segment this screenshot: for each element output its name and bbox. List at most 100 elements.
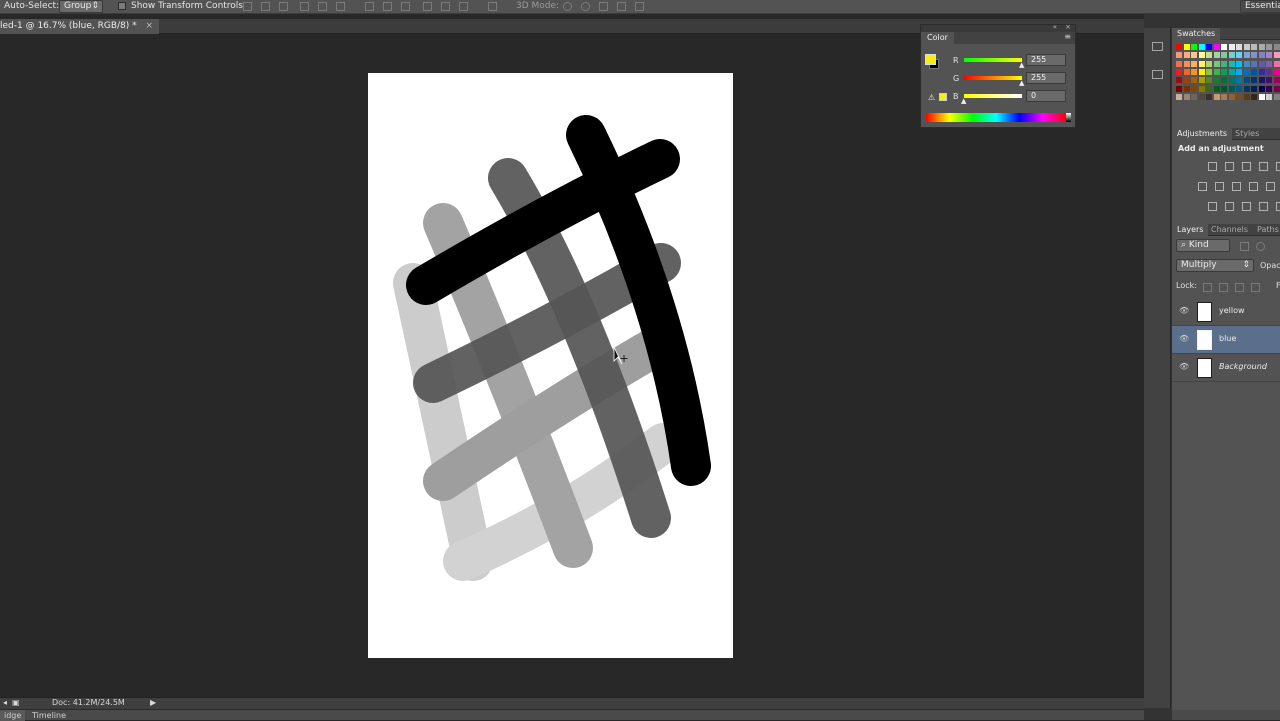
color-swatch[interactable] — [1266, 93, 1272, 100]
black-white-ramp[interactable] — [1066, 113, 1071, 122]
color-swatch[interactable] — [1236, 85, 1242, 92]
color-swatch[interactable] — [1206, 68, 1212, 75]
curves-icon[interactable] — [1242, 162, 1251, 171]
color-swatch[interactable] — [1243, 60, 1250, 67]
color-swatch[interactable] — [1183, 93, 1190, 100]
align-vcenter-icon[interactable] — [261, 2, 270, 11]
foreground-color-swatch[interactable] — [925, 54, 936, 65]
color-swatch[interactable] — [1176, 68, 1182, 75]
color-swatch[interactable] — [1236, 68, 1242, 75]
tab-swatches[interactable]: Swatches — [1172, 28, 1221, 40]
color-swatch[interactable] — [1191, 85, 1197, 92]
color-swatch[interactable] — [1258, 68, 1265, 75]
color-swatch[interactable] — [1228, 77, 1235, 84]
tab-layers[interactable]: Layers — [1172, 224, 1209, 236]
color-swatch[interactable] — [1258, 60, 1265, 67]
status-menu-icon[interactable]: ▣ — [12, 698, 20, 707]
color-swatch[interactable] — [1236, 52, 1242, 59]
color-swatch[interactable] — [1176, 60, 1182, 67]
color-swatch[interactable] — [1191, 68, 1197, 75]
lock-all-icon[interactable] — [1251, 283, 1260, 292]
color-swatch[interactable] — [1258, 44, 1265, 50]
color-swatch[interactable] — [1183, 77, 1190, 84]
lock-transparency-icon[interactable] — [1203, 283, 1212, 292]
distribute-vcenter-icon[interactable] — [383, 2, 392, 11]
color-swatch[interactable] — [1206, 60, 1212, 67]
color-swatch[interactable] — [1228, 68, 1235, 75]
align-top-icon[interactable] — [243, 2, 252, 11]
color-swatch[interactable] — [1266, 85, 1272, 92]
color-swatch[interactable] — [1183, 44, 1190, 50]
show-transform-checkbox[interactable] — [118, 2, 126, 10]
color-swatch[interactable] — [1213, 93, 1220, 100]
color-swatch[interactable] — [1198, 60, 1205, 67]
color-swatch[interactable] — [1251, 52, 1257, 59]
color-swatch[interactable] — [1221, 44, 1227, 50]
status-expand-icon[interactable]: ▶ — [150, 698, 156, 707]
properties-icon[interactable] — [1152, 70, 1163, 79]
color-swatch[interactable] — [1213, 52, 1220, 59]
posterize-icon[interactable] — [1225, 202, 1234, 211]
panel-menu-icon[interactable]: ≡ — [1064, 32, 1071, 41]
color-swatch[interactable] — [1273, 68, 1280, 75]
filter-adjustment-icon[interactable] — [1256, 242, 1265, 251]
color-swatch[interactable] — [1221, 93, 1227, 100]
3d-slide-icon[interactable] — [617, 2, 626, 11]
tab-adjustments[interactable]: Adjustments — [1172, 128, 1233, 140]
eye-icon[interactable]: 👁 — [1179, 307, 1189, 315]
color-swatch[interactable] — [1191, 93, 1197, 100]
color-swatch[interactable] — [1243, 68, 1250, 75]
slider-handle-icon[interactable]: ▲ — [1019, 61, 1024, 69]
filter-pixel-icon[interactable] — [1240, 242, 1249, 251]
color-swatch[interactable] — [1273, 85, 1280, 92]
color-swatch[interactable] — [1183, 85, 1190, 92]
color-swatch[interactable] — [1191, 60, 1197, 67]
selective-color-icon[interactable] — [1276, 202, 1280, 211]
color-swatch[interactable] — [1251, 44, 1257, 50]
auto-align-icon[interactable] — [488, 2, 497, 11]
color-swatch[interactable] — [1206, 44, 1212, 50]
color-swatch[interactable] — [1176, 93, 1182, 100]
swatch-grid[interactable] — [1176, 44, 1280, 102]
channel-mixer-icon[interactable] — [1266, 182, 1275, 191]
color-swatch[interactable] — [1228, 60, 1235, 67]
color-swatch[interactable] — [1213, 44, 1220, 50]
color-swatch[interactable] — [1206, 77, 1212, 84]
distribute-top-icon[interactable] — [365, 2, 374, 11]
lock-paint-icon[interactable] — [1219, 283, 1228, 292]
tab-channels[interactable]: Channels — [1206, 224, 1253, 236]
3d-pan-icon[interactable] — [599, 2, 608, 11]
close-icon[interactable]: × — [146, 21, 154, 31]
color-swatch[interactable] — [1266, 44, 1272, 50]
color-swatch[interactable] — [1221, 77, 1227, 84]
hue-saturation-icon[interactable] — [1198, 182, 1207, 191]
color-swatch[interactable] — [1213, 77, 1220, 84]
color-swatch[interactable] — [1243, 77, 1250, 84]
color-swatch[interactable] — [1191, 44, 1197, 50]
color-swatch[interactable] — [1258, 52, 1265, 59]
color-swatch[interactable] — [1213, 85, 1220, 92]
color-balance-icon[interactable] — [1215, 182, 1224, 191]
brightness-icon[interactable] — [1208, 162, 1217, 171]
color-swatch[interactable] — [1221, 52, 1227, 59]
document-tab[interactable]: led-1 @ 16.7% (blue, RGB/8) * × — [0, 19, 160, 34]
color-swatch[interactable] — [1273, 60, 1280, 67]
color-swatch[interactable] — [1213, 60, 1220, 67]
color-swatch[interactable] — [1273, 44, 1280, 50]
color-swatch[interactable] — [1236, 77, 1242, 84]
color-swatch[interactable] — [1221, 85, 1227, 92]
channel-r-value[interactable]: 255 — [1026, 54, 1066, 66]
color-swatch[interactable] — [1228, 52, 1235, 59]
black-white-icon[interactable] — [1232, 182, 1241, 191]
vibrance-icon[interactable] — [1276, 162, 1280, 171]
color-swatch[interactable] — [1183, 52, 1190, 59]
channel-r-slider[interactable] — [964, 58, 1022, 62]
color-swatch[interactable] — [1251, 77, 1257, 84]
color-swatch[interactable] — [1198, 68, 1205, 75]
color-swatch[interactable] — [1251, 85, 1257, 92]
color-swatch[interactable] — [1198, 44, 1205, 50]
color-swatch[interactable] — [1213, 68, 1220, 75]
slider-handle-icon[interactable]: ▲ — [1019, 79, 1024, 87]
color-swatch[interactable] — [1236, 44, 1242, 50]
color-swatch[interactable] — [1273, 77, 1280, 84]
